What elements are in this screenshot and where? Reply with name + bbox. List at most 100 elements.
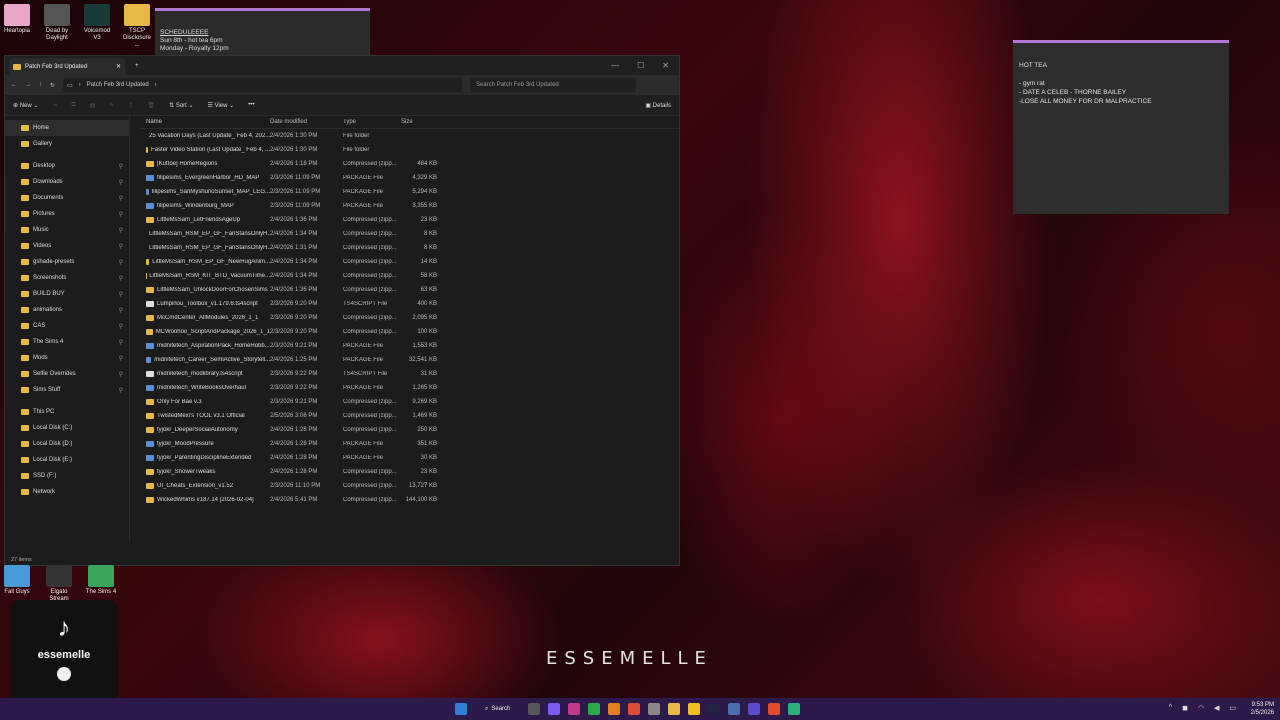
pin-icon[interactable]: ⚲ bbox=[119, 307, 123, 314]
nav-item[interactable]: SSD (F:) bbox=[5, 468, 129, 484]
nav-item[interactable]: Pictures ⚲ bbox=[5, 206, 129, 222]
file-row[interactable]: midnitetech_modlibrary.ts4script 2/3/2026… bbox=[140, 367, 679, 381]
chrome-icon[interactable] bbox=[628, 703, 641, 715]
file-row[interactable]: tyjokr_DeeperSocialAutonomy 2/4/2026 1:28… bbox=[140, 423, 679, 437]
volume-icon[interactable]: ◀ bbox=[1214, 704, 1219, 712]
maximize-icon[interactable]: ☐ bbox=[637, 61, 644, 70]
file-row[interactable]: 25 Vacation Days (Last Update_ Feb 4, 20… bbox=[140, 129, 679, 143]
search-input[interactable]: Search Patch Feb 3rd Updated bbox=[470, 78, 637, 92]
file-row[interactable]: midnitetech_AspirationPack_HomeHobb... 2/… bbox=[140, 339, 679, 353]
pin-icon[interactable]: ⚲ bbox=[119, 339, 123, 346]
pin-icon[interactable]: ⚲ bbox=[119, 179, 123, 186]
app-icon[interactable] bbox=[768, 703, 781, 715]
file-row[interactable]: filipesims_Windenburg_MAP 2/3/2026 11:09 … bbox=[140, 199, 679, 213]
copy-icon[interactable]: ⧉ bbox=[71, 102, 75, 109]
file-row[interactable]: TwistedMexi's TOOL v3.1 Official 2/5/2026… bbox=[140, 409, 679, 423]
minimize-icon[interactable]: — bbox=[611, 61, 619, 70]
desktop-icon[interactable]: Dead by Daylight bbox=[40, 4, 74, 49]
file-row[interactable]: LittleMsSam_RSM_EP_GF_FanStansOnlyH... 2/… bbox=[140, 241, 679, 255]
file-row[interactable]: UI_Cheats_Extension_v1.52 2/3/2026 11:10 … bbox=[140, 479, 679, 493]
forward-icon[interactable]: → bbox=[25, 82, 31, 88]
app-icon[interactable] bbox=[748, 703, 761, 715]
search-button[interactable]: ⌕ Search bbox=[475, 702, 520, 716]
new-tab-icon[interactable]: + bbox=[135, 63, 139, 69]
nav-item[interactable]: Downloads ⚲ bbox=[5, 174, 129, 190]
app-icon[interactable] bbox=[728, 703, 741, 715]
file-row[interactable]: LittleMsSam_UnlockDoorForChosenSims 2/4/2… bbox=[140, 283, 679, 297]
pin-icon[interactable]: ⚲ bbox=[119, 291, 123, 298]
file-row[interactable]: filipesims_EvergreenHarbor_HD_MAP 2/3/202… bbox=[140, 171, 679, 185]
nav-item[interactable]: Screenshots ⚲ bbox=[5, 270, 129, 286]
nav-item[interactable]: gshade-presets ⚲ bbox=[5, 254, 129, 270]
pin-icon[interactable]: ⚲ bbox=[119, 387, 123, 394]
tab-patch-feb[interactable]: Patch Feb 3rd Updated ✕ bbox=[9, 58, 125, 75]
pin-icon[interactable]: ⚲ bbox=[119, 163, 123, 170]
nav-item[interactable]: Gallery bbox=[5, 136, 129, 152]
file-row[interactable]: MCWoohoo_ScriptAndPackage_2026_1_1 2/3/20… bbox=[140, 325, 679, 339]
chevron-up-icon[interactable]: ^ bbox=[1169, 704, 1172, 712]
task-view-icon[interactable] bbox=[528, 703, 541, 715]
details-button[interactable]: ▣ Details bbox=[645, 102, 671, 109]
nav-item[interactable]: Selfie Overrides ⚲ bbox=[5, 366, 129, 382]
nav-item[interactable]: Local Disk (D:) bbox=[5, 436, 129, 452]
more-icon[interactable]: ••• bbox=[248, 102, 254, 108]
pin-icon[interactable]: ⚲ bbox=[119, 227, 123, 234]
file-row[interactable]: Faster Video Station (Last Update_ Feb 4… bbox=[140, 143, 679, 157]
file-row[interactable]: [Kuttoe] HomeRegions 2/4/2026 1:18 PM Comp… bbox=[140, 157, 679, 171]
column-name[interactable]: Name bbox=[140, 119, 270, 125]
desktop-icon[interactable]: TSCP Disclosure ... bbox=[120, 4, 154, 49]
view-button[interactable]: ☰ View ⌄ bbox=[208, 102, 235, 109]
nav-item[interactable]: Mods ⚲ bbox=[5, 350, 129, 366]
file-row[interactable]: tyjokr_ParentingDisciplineExtended 2/4/20… bbox=[140, 451, 679, 465]
column-type[interactable]: Type bbox=[343, 119, 401, 125]
file-row[interactable]: midnitetech_WriteBooksOverhaul 2/3/2026 9… bbox=[140, 381, 679, 395]
nav-item[interactable]: Videos ⚲ bbox=[5, 238, 129, 254]
battery-icon[interactable]: ▭ bbox=[1229, 704, 1236, 712]
file-row[interactable]: tyjokr_ShowerTweaks 2/4/2026 1:28 PM Compr… bbox=[140, 465, 679, 479]
app-tray-icon[interactable]: ◼ bbox=[1182, 704, 1188, 712]
pin-icon[interactable]: ⚲ bbox=[119, 323, 123, 330]
back-icon[interactable]: ← bbox=[11, 82, 17, 88]
nav-item[interactable]: The Sims 4 ⚲ bbox=[5, 334, 129, 350]
nav-item[interactable]: BUILD BUY ⚲ bbox=[5, 286, 129, 302]
schedule-note[interactable]: SCHEDULEEEE Sun 8th - hot tea 6pm Monday… bbox=[155, 8, 370, 56]
nav-item[interactable]: Local Disk (C:) bbox=[5, 420, 129, 436]
nav-item[interactable]: Desktop ⚲ bbox=[5, 158, 129, 174]
paste-icon[interactable]: ▤ bbox=[90, 102, 96, 109]
app-icon[interactable] bbox=[608, 703, 621, 715]
desktop-icon[interactable]: Heartopia bbox=[0, 4, 34, 49]
nav-item[interactable]: Music ⚲ bbox=[5, 222, 129, 238]
discord-icon[interactable] bbox=[548, 703, 561, 715]
pin-icon[interactable]: ⚲ bbox=[119, 211, 123, 218]
desktop-icon[interactable]: Voicemod V3 bbox=[80, 4, 114, 49]
pin-icon[interactable]: ⚲ bbox=[119, 275, 123, 282]
app-icon[interactable] bbox=[648, 703, 661, 715]
nav-item[interactable]: Home bbox=[5, 120, 129, 136]
file-row[interactable]: Lumpinou_Toolbox_v1.179.6.ts4script 2/3/2… bbox=[140, 297, 679, 311]
app-icon[interactable] bbox=[568, 703, 581, 715]
file-row[interactable]: Only For Bae v.3 2/3/2026 9:21 PM Compress… bbox=[140, 395, 679, 409]
app-icon[interactable] bbox=[788, 703, 801, 715]
pin-icon[interactable]: ⚲ bbox=[119, 195, 123, 202]
column-date[interactable]: Date modified bbox=[270, 119, 343, 125]
file-row[interactable]: WickedWhims v187.14 [2026-02-04] 2/4/2026… bbox=[140, 493, 679, 507]
nav-item[interactable]: This PC bbox=[5, 404, 129, 420]
file-explorer-icon[interactable] bbox=[668, 703, 681, 715]
cut-icon[interactable]: ✂ bbox=[52, 102, 57, 109]
start-icon[interactable] bbox=[455, 703, 467, 715]
nav-item[interactable]: Local Disk (E:) bbox=[5, 452, 129, 468]
column-size[interactable]: Size bbox=[401, 119, 437, 125]
file-row[interactable]: filipesims_SanMyshunoSunset_MAP_LEG... 2/… bbox=[140, 185, 679, 199]
pin-icon[interactable]: ⚲ bbox=[119, 259, 123, 266]
file-row[interactable]: LittleMsSam_LetFriendsAgeUp 2/4/2026 1:36… bbox=[140, 213, 679, 227]
close-window-icon[interactable]: ✕ bbox=[662, 61, 669, 70]
sticky-note[interactable]: HOT TEA - gym rat - DATE A CELEB - THORN… bbox=[1013, 40, 1229, 214]
sort-button[interactable]: ⇅ Sort ⌄ bbox=[169, 102, 193, 109]
up-icon[interactable]: ↑ bbox=[39, 82, 42, 88]
pin-icon[interactable]: ⚲ bbox=[119, 243, 123, 250]
sticky-notes-icon[interactable] bbox=[688, 703, 701, 715]
pin-icon[interactable]: ⚲ bbox=[119, 355, 123, 362]
clock[interactable]: 9:53 PM 2/5/2026 bbox=[1251, 701, 1274, 717]
file-row[interactable]: LittleMsSam_RSM_EP_GF_NewHugAnim... 2/4/2… bbox=[140, 255, 679, 269]
rename-icon[interactable]: ✎ bbox=[109, 102, 114, 109]
